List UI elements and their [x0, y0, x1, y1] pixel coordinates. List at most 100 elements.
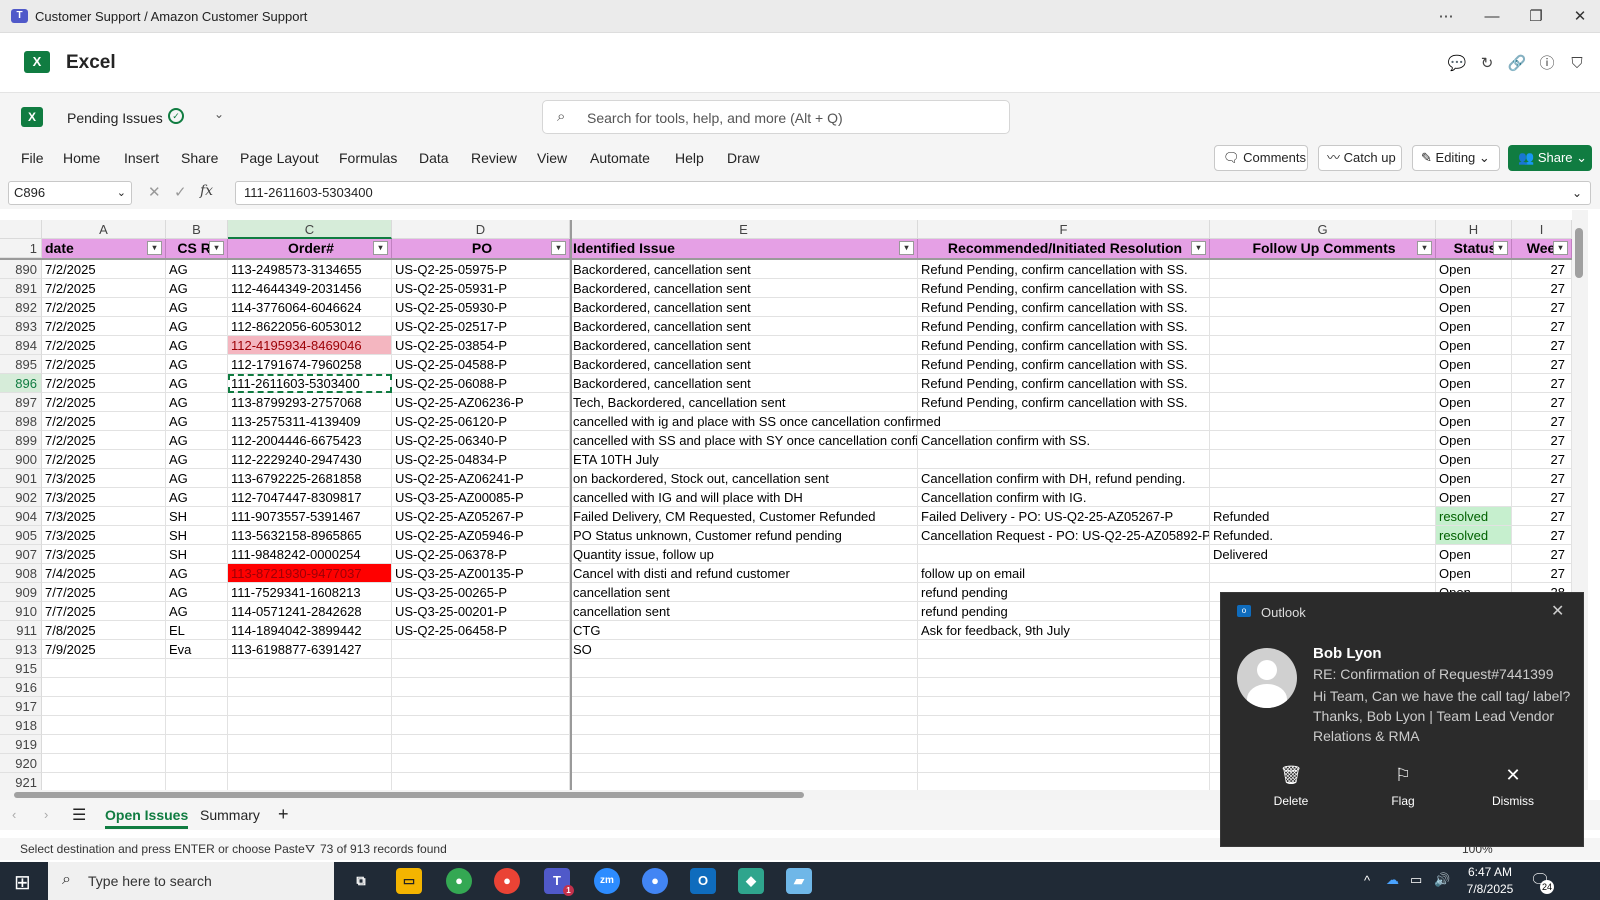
- cell-po[interactable]: US-Q2-25-02517-P: [392, 317, 570, 336]
- cell-po[interactable]: [392, 697, 570, 716]
- cell-follow-up-comments[interactable]: Refunded: [1210, 507, 1436, 526]
- row-header[interactable]: 901: [0, 469, 42, 488]
- cell-resolution[interactable]: [918, 678, 1210, 697]
- cell-resolution[interactable]: follow up on email: [918, 564, 1210, 583]
- cell-identified-issue[interactable]: Backordered, cancellation sent: [570, 317, 918, 336]
- cell-order-number[interactable]: 112-1791674-7960258: [228, 355, 392, 374]
- row-header[interactable]: 900: [0, 450, 42, 469]
- cell-date[interactable]: 7/7/2025: [42, 583, 166, 602]
- cell-week[interactable]: 27: [1512, 564, 1572, 583]
- cell-week[interactable]: 27: [1512, 317, 1572, 336]
- cell-cs-rep[interactable]: AG: [166, 602, 228, 621]
- cell-cs-rep[interactable]: EL: [166, 621, 228, 640]
- cell-week[interactable]: 27: [1512, 431, 1572, 450]
- cell-order-number[interactable]: 112-4195934-8469046: [228, 336, 392, 355]
- row-header[interactable]: 911: [0, 621, 42, 640]
- menu-file[interactable]: File: [21, 150, 44, 166]
- filter-dropdown-icon[interactable]: ▾: [373, 241, 388, 255]
- menu-data[interactable]: Data: [419, 150, 449, 166]
- cell-cs-rep[interactable]: [166, 735, 228, 754]
- row-header[interactable]: 896: [0, 374, 42, 393]
- column-header-h[interactable]: H: [1436, 220, 1512, 239]
- table-header-resolution[interactable]: Recommended/Initiated Resolution ▾: [918, 239, 1210, 258]
- cell-resolution[interactable]: [918, 450, 1210, 469]
- cell-cs-rep[interactable]: AG: [166, 279, 228, 298]
- menu-page-layout[interactable]: Page Layout: [240, 150, 319, 166]
- editing-mode-button[interactable]: ✎ Editing ⌄: [1412, 145, 1500, 171]
- cell-week[interactable]: 27: [1512, 450, 1572, 469]
- cell-cs-rep[interactable]: [166, 659, 228, 678]
- cell-identified-issue[interactable]: Tech, Backordered, cancellation sent: [570, 393, 918, 412]
- cell-order-number[interactable]: 114-3776064-6046624: [228, 298, 392, 317]
- row-header[interactable]: 920: [0, 754, 42, 773]
- row-header[interactable]: 907: [0, 545, 42, 564]
- chrome-profile-icon[interactable]: ●: [494, 868, 520, 894]
- column-header-b[interactable]: B: [166, 220, 228, 239]
- cell-order-number[interactable]: 113-6198877-6391427: [228, 640, 392, 659]
- cell-po[interactable]: US-Q2-25-06088-P: [392, 374, 570, 393]
- column-header-a[interactable]: A: [42, 220, 166, 239]
- cell-cs-rep[interactable]: AG: [166, 374, 228, 393]
- cell-date[interactable]: 7/2/2025: [42, 393, 166, 412]
- cell-date[interactable]: [42, 678, 166, 697]
- cell-follow-up-comments[interactable]: [1210, 488, 1436, 507]
- cell-resolution[interactable]: Refund Pending, confirm cancellation wit…: [918, 336, 1210, 355]
- start-icon[interactable]: ⊞: [14, 870, 31, 895]
- cell-resolution[interactable]: Refund Pending, confirm cancellation wit…: [918, 355, 1210, 374]
- cell-resolution[interactable]: Refund Pending, confirm cancellation wit…: [918, 279, 1210, 298]
- search-box[interactable]: ⌕ Search for tools, help, and more (Alt …: [542, 100, 1010, 134]
- menu-review[interactable]: Review: [471, 150, 517, 166]
- outlook-taskbar-icon[interactable]: O: [690, 868, 716, 894]
- chat-icon[interactable]: 💬: [1446, 53, 1468, 75]
- table-header-status[interactable]: Status ▾: [1436, 239, 1512, 258]
- taskbar-search[interactable]: ⌕ Type here to search: [48, 862, 334, 900]
- cell-date[interactable]: 7/3/2025: [42, 469, 166, 488]
- cell-cs-rep[interactable]: SH: [166, 526, 228, 545]
- cell-order-number[interactable]: 113-5632158-8965865: [228, 526, 392, 545]
- cell-po[interactable]: US-Q2-25-04588-P: [392, 355, 570, 374]
- table-header-identified-issue[interactable]: Identified Issue ▾: [570, 239, 918, 258]
- cell-resolution[interactable]: [918, 659, 1210, 678]
- cell-order-number[interactable]: 111-7529341-1608213: [228, 583, 392, 602]
- cell-identified-issue[interactable]: [570, 754, 918, 773]
- table-header-week[interactable]: Weel ▾: [1512, 239, 1572, 258]
- cell-date[interactable]: 7/3/2025: [42, 526, 166, 545]
- cell-identified-issue[interactable]: cancellation sent: [570, 602, 918, 621]
- outlook-notification[interactable]: o Outlook ✕ Bob Lyon RE: Confirmation of…: [1220, 592, 1584, 847]
- formula-input[interactable]: 111-2611603-5303400 ⌄: [235, 181, 1591, 205]
- cell-date[interactable]: 7/4/2025: [42, 564, 166, 583]
- cell-resolution[interactable]: Refund Pending, confirm cancellation wit…: [918, 374, 1210, 393]
- cell-order-number[interactable]: [228, 659, 392, 678]
- cell-identified-issue[interactable]: Failed Delivery, CM Requested, Customer …: [570, 507, 918, 526]
- cell-date[interactable]: 7/3/2025: [42, 545, 166, 564]
- cell-week[interactable]: 27: [1512, 279, 1572, 298]
- cell-week[interactable]: 27: [1512, 488, 1572, 507]
- row-header[interactable]: 921: [0, 773, 42, 790]
- cell-cs-rep[interactable]: AG: [166, 298, 228, 317]
- row-header[interactable]: 917: [0, 697, 42, 716]
- row-header[interactable]: 895: [0, 355, 42, 374]
- chrome-alt-icon[interactable]: ●: [642, 868, 668, 894]
- cell-cs-rep[interactable]: AG: [166, 450, 228, 469]
- cell-identified-issue[interactable]: [570, 773, 918, 790]
- restore-button[interactable]: ❐: [1516, 4, 1556, 30]
- cell-po[interactable]: [392, 773, 570, 790]
- cell-follow-up-comments[interactable]: [1210, 336, 1436, 355]
- row-header[interactable]: 916: [0, 678, 42, 697]
- function-icon[interactable]: fx: [200, 183, 213, 199]
- cell-identified-issue[interactable]: cancellation sent: [570, 583, 918, 602]
- column-header-i[interactable]: I: [1512, 220, 1572, 239]
- cell-resolution[interactable]: Refund Pending, confirm cancellation wit…: [918, 393, 1210, 412]
- cell-identified-issue[interactable]: [570, 678, 918, 697]
- close-button[interactable]: ✕: [1560, 4, 1600, 30]
- cell-po[interactable]: US-Q2-25-AZ06236-P: [392, 393, 570, 412]
- cell-resolution[interactable]: [918, 773, 1210, 790]
- cell-cs-rep[interactable]: AG: [166, 317, 228, 336]
- row-header[interactable]: 894: [0, 336, 42, 355]
- menu-draw[interactable]: Draw: [727, 150, 760, 166]
- table-header-order-number[interactable]: Order# ▾: [228, 239, 392, 258]
- notepad-icon[interactable]: ▰: [786, 868, 812, 894]
- cell-date[interactable]: [42, 716, 166, 735]
- cell-date[interactable]: 7/2/2025: [42, 412, 166, 431]
- cell-date[interactable]: 7/2/2025: [42, 260, 166, 279]
